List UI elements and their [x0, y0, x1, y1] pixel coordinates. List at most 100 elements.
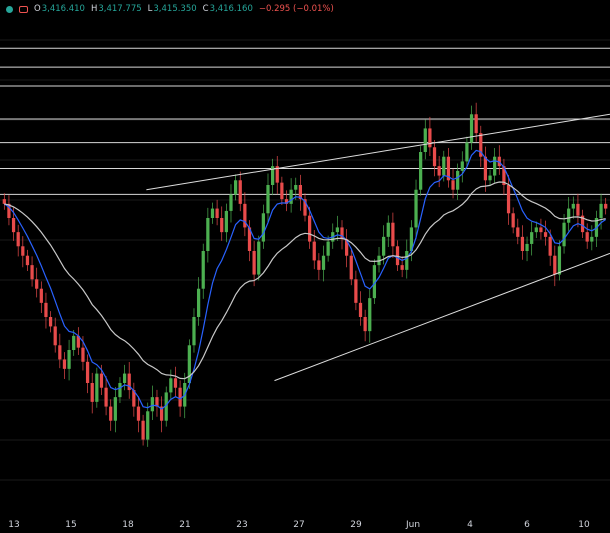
candle-body — [400, 265, 404, 270]
candle-body — [30, 265, 34, 280]
candle-body — [474, 114, 478, 134]
candle-body — [534, 227, 538, 233]
candle-body — [308, 215, 312, 242]
candle-body — [104, 387, 108, 407]
candle-body — [349, 255, 353, 280]
candle-body — [122, 373, 127, 383]
x-tick-label: 29 — [350, 520, 362, 530]
candle-body — [109, 406, 113, 421]
candle-body — [220, 218, 224, 233]
candle-body — [321, 255, 326, 270]
candle-body — [465, 142, 469, 162]
candle-body — [215, 208, 219, 218]
x-tick-label: Jun — [405, 520, 420, 530]
candle-body — [456, 170, 460, 190]
candle-body — [294, 185, 298, 190]
candle-body — [81, 347, 85, 362]
candle-body — [382, 236, 386, 256]
candle-body — [451, 180, 455, 190]
candle-body — [206, 218, 210, 251]
candle-body — [146, 411, 150, 440]
candle-body — [16, 232, 20, 247]
x-tick-label: 21 — [179, 520, 190, 530]
candle-body — [368, 298, 372, 332]
candle-body — [516, 227, 520, 237]
candle-body — [530, 232, 534, 244]
x-tick-label: 4 — [467, 520, 473, 530]
chart-grid — [0, 39, 610, 481]
candle-body — [553, 255, 557, 275]
candle-body — [557, 246, 562, 275]
candle-body — [506, 185, 511, 214]
candle-body — [67, 350, 71, 369]
candle-body — [289, 189, 293, 204]
candle-body — [326, 241, 330, 256]
channel-upper-trendline — [146, 113, 610, 191]
candle-body — [419, 152, 423, 190]
candle-body — [35, 279, 39, 289]
candle-body — [196, 288, 201, 317]
ohlc-open: O3,416.410 — [34, 4, 85, 14]
candle-body — [599, 203, 603, 218]
candle-body — [210, 208, 215, 218]
candle-body — [317, 260, 321, 270]
candle-body — [335, 227, 340, 233]
candle-body — [113, 397, 117, 421]
candle-body — [173, 378, 178, 388]
candle-body — [136, 406, 141, 421]
ohlc-low: L3,415.350 — [147, 4, 197, 14]
channel-lower-trendline — [274, 252, 610, 382]
horizontal-levels — [0, 47, 610, 195]
price-chart[interactable]: 13 15 18 21 23 27 29 Jun 4 6 10 — [0, 0, 610, 533]
candle-body — [21, 246, 25, 256]
candle-body — [2, 199, 6, 204]
candle-body — [118, 383, 122, 398]
x-tick-label: 18 — [122, 520, 134, 530]
candle-body — [604, 203, 608, 209]
candle-body — [95, 373, 99, 402]
candle-body — [405, 251, 409, 270]
candle-body — [99, 373, 104, 388]
candle-body — [266, 185, 270, 214]
candle-body — [442, 156, 446, 176]
candle-body — [39, 288, 43, 303]
candle-body — [391, 222, 395, 247]
candle-body — [72, 335, 76, 350]
candle-body — [493, 156, 497, 176]
candle-body — [428, 128, 432, 148]
ohlc-legend: O3,416.410 H3,417.775 L3,415.350 C3,416.… — [0, 0, 334, 18]
candle-body — [280, 182, 284, 200]
eye-icon[interactable] — [19, 5, 28, 13]
trendlines — [146, 113, 610, 382]
candle-body — [543, 232, 548, 237]
candle-body — [460, 161, 464, 171]
candle-body — [141, 420, 145, 440]
x-axis: 13 15 18 21 23 27 29 Jun 4 6 10 — [8, 520, 590, 530]
candle-body — [354, 279, 358, 303]
candle-body — [224, 210, 228, 233]
candle-body — [252, 251, 256, 275]
candle-body — [469, 114, 474, 143]
candle-body — [520, 236, 525, 251]
x-tick-label: 27 — [293, 520, 304, 530]
candle-body — [414, 189, 418, 228]
candle-body — [437, 166, 441, 176]
candle-body — [590, 236, 594, 242]
candle-body — [576, 203, 580, 216]
candle-body — [548, 236, 552, 256]
candle-body — [257, 241, 261, 275]
candle-body — [363, 317, 367, 332]
candle-body — [25, 255, 30, 266]
ohlc-high: H3,417.775 — [90, 4, 142, 14]
candle-body — [48, 317, 53, 327]
candle-body — [567, 208, 571, 223]
candle-body — [562, 222, 566, 247]
candle-body — [90, 383, 94, 402]
x-tick-label: 10 — [578, 520, 590, 530]
candle-body — [229, 194, 233, 211]
x-tick-label: 15 — [65, 520, 76, 530]
candle-body — [58, 345, 62, 360]
candle-body — [169, 378, 173, 393]
candle-body — [525, 243, 529, 251]
candle-body — [432, 147, 437, 167]
